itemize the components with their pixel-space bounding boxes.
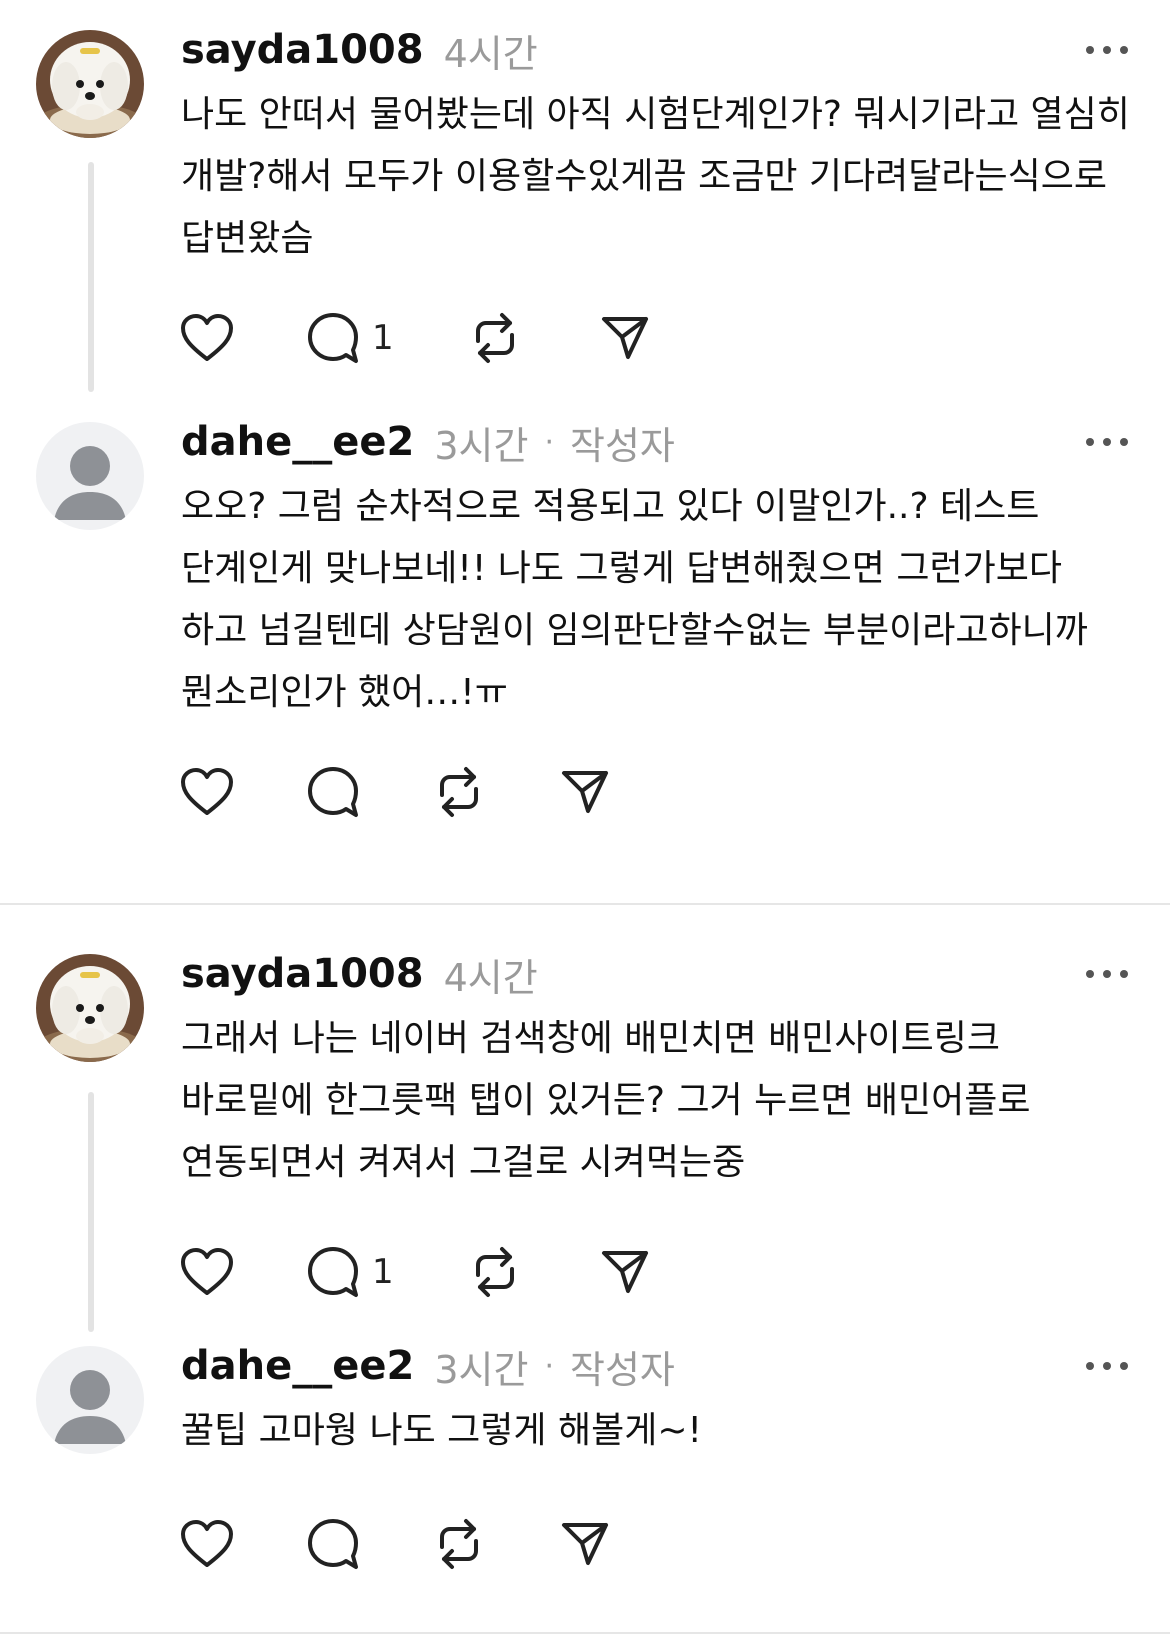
thread-divider (0, 903, 1170, 905)
thread-connector-line (88, 162, 94, 392)
comment-count: 1 (372, 1252, 394, 1292)
paper-plane-icon (562, 771, 608, 813)
like-button[interactable] (180, 1514, 234, 1574)
share-button[interactable] (560, 762, 610, 822)
more-dots-icon[interactable] (1086, 36, 1128, 64)
repost-arrows-icon (475, 1247, 514, 1297)
comment-text: 오오? 그럼 순차적으로 적용되고 있다 이말인가..? 테스트 단계인게 맞나… (181, 486, 1088, 713)
comment-text: 꿀팁 고마웡 나도 그렇게 해볼게~! (181, 1410, 702, 1451)
repost-arrows-icon (440, 767, 478, 817)
thread-divider (0, 1632, 1170, 1634)
repost-button[interactable] (468, 308, 522, 368)
repost-arrows-icon (475, 313, 514, 363)
heart-icon (181, 1520, 233, 1567)
comment-button[interactable]: 1 (306, 1242, 394, 1302)
timestamp[interactable]: 4시간 (444, 23, 538, 78)
default-person-avatar-icon (36, 1346, 144, 1454)
avatar[interactable] (36, 30, 144, 138)
comment-text: 그래서 나는 네이버 검색창에 배민치면 배민사이트링크 바로밑에 한그릇팩 탭… (181, 1018, 1031, 1183)
comment-button[interactable] (306, 762, 360, 822)
action-bar: 1 (180, 1242, 650, 1302)
white-puppy-avatar-icon (36, 954, 144, 1062)
comment-button[interactable]: 1 (306, 308, 394, 368)
separator-dot: · (544, 1348, 554, 1384)
username[interactable]: dahe__ee2 (181, 419, 414, 465)
comment-count: 1 (372, 318, 394, 358)
thread-connector-line (88, 1092, 94, 1332)
more-dots-icon[interactable] (1086, 1352, 1128, 1380)
like-button[interactable] (180, 762, 234, 822)
paper-plane-icon (601, 1251, 648, 1293)
comment-bubble-icon (308, 1519, 358, 1569)
repost-arrows-icon (440, 1519, 478, 1569)
comment-text: 나도 안떠서 물어봤는데 아직 시험단계인가? 뭐시기라고 열심히 개발?해서 … (181, 94, 1130, 259)
timestamp[interactable]: 4시간 (444, 947, 538, 1002)
author-tag: 작성자 (569, 423, 675, 468)
comment-bubble-icon (308, 313, 358, 363)
action-bar (180, 1514, 610, 1574)
avatar[interactable] (36, 954, 144, 1062)
like-button[interactable] (180, 308, 234, 368)
post-header: sayda1008 4시간 (181, 22, 538, 78)
default-person-avatar-icon (36, 422, 144, 530)
heart-icon (181, 768, 233, 815)
share-button[interactable] (600, 1242, 650, 1302)
separator-dot: · (544, 424, 554, 460)
avatar[interactable] (36, 1346, 144, 1454)
like-button[interactable] (180, 1242, 234, 1302)
username[interactable]: sayda1008 (181, 27, 424, 73)
action-bar (180, 762, 610, 822)
paper-plane-icon (562, 1523, 608, 1565)
repost-button[interactable] (468, 1242, 522, 1302)
post-header: dahe__ee2 3시간 · 작성자 (181, 414, 675, 470)
more-dots-icon[interactable] (1086, 960, 1128, 988)
more-dots-icon[interactable] (1086, 428, 1128, 456)
username[interactable]: dahe__ee2 (181, 1343, 414, 1389)
heart-icon (181, 1248, 233, 1295)
share-button[interactable] (600, 308, 650, 368)
username[interactable]: sayda1008 (181, 951, 424, 997)
post-header: dahe__ee2 3시간 · 작성자 (181, 1338, 675, 1394)
action-bar: 1 (180, 308, 650, 368)
post-header: sayda1008 4시간 (181, 946, 538, 1002)
author-tag: 작성자 (569, 1347, 675, 1392)
white-puppy-avatar-icon (36, 30, 144, 138)
paper-plane-icon (601, 317, 648, 359)
repost-button[interactable] (432, 1514, 486, 1574)
comment-bubble-icon (308, 1247, 358, 1297)
avatar[interactable] (36, 422, 144, 530)
timestamp[interactable]: 3시간 (434, 1339, 528, 1394)
comment-bubble-icon (308, 767, 358, 817)
comment-button[interactable] (306, 1514, 360, 1574)
share-button[interactable] (560, 1514, 610, 1574)
repost-button[interactable] (432, 762, 486, 822)
timestamp[interactable]: 3시간 (434, 415, 528, 470)
heart-icon (181, 314, 233, 361)
